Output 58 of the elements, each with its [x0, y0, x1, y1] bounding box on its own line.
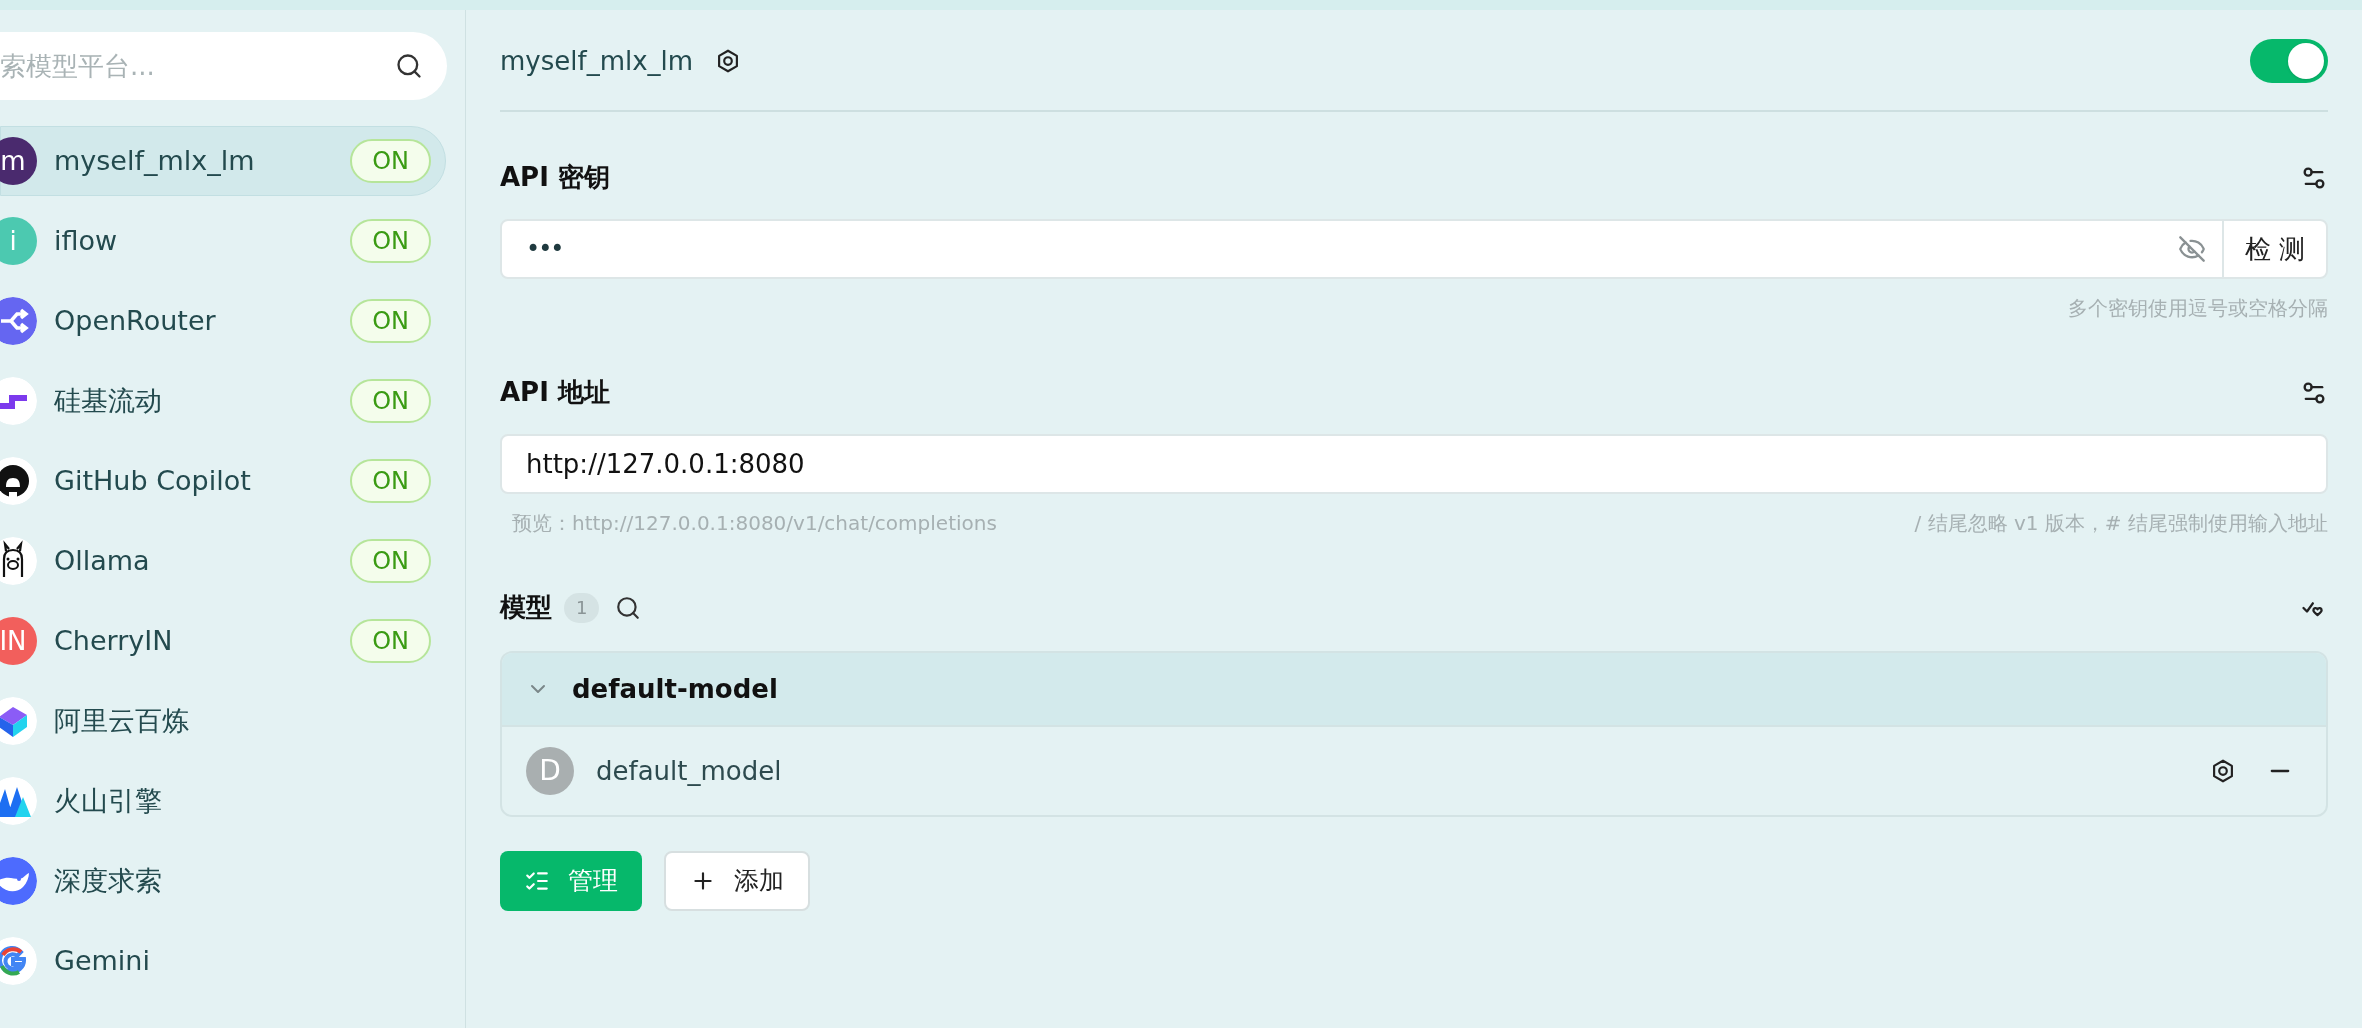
model-name: default_model	[596, 754, 783, 788]
logo-icon	[0, 297, 37, 345]
search-icon[interactable]	[395, 52, 423, 80]
provider-name: 硅基流动	[54, 383, 163, 418]
provider-item[interactable]: Ollama ON	[0, 526, 446, 596]
provider-name: 火山引擎	[54, 783, 163, 818]
api-url-field[interactable]: http://127.0.0.1:8080	[500, 434, 2328, 494]
provider-name: Gemini	[54, 943, 151, 978]
g-logo-icon	[0, 937, 37, 985]
llama-icon	[0, 537, 37, 585]
status-tag: ON	[350, 299, 431, 343]
avatar: IN	[0, 617, 37, 665]
section-label: API 密钥	[500, 161, 610, 194]
status-tag: ON	[350, 539, 431, 583]
search-field[interactable]: 索模型平台...	[0, 32, 447, 100]
logo-icon	[0, 377, 37, 425]
hint-text: 多个密钥使用逗号或空格分隔	[2068, 295, 2328, 322]
group-name: default-model	[572, 672, 778, 706]
whale-icon	[0, 857, 37, 905]
avatar: m	[0, 137, 37, 185]
provider-item[interactable]: 硅基流动 ON	[0, 366, 446, 436]
provider-name: myself_mlx_lm	[54, 143, 256, 178]
logo-icon	[0, 697, 37, 745]
provider-item[interactable]: GitHub Copilot ON	[0, 446, 446, 516]
avatar: i	[0, 217, 37, 265]
mountain-icon	[0, 777, 37, 825]
provider-item[interactable]: 深度求索	[0, 846, 446, 916]
toggle-switch[interactable]	[2250, 39, 2328, 83]
section-label: API 地址	[500, 376, 610, 409]
provider-item[interactable]: OpenRouter ON	[0, 286, 446, 356]
provider-name: GitHub Copilot	[54, 463, 252, 498]
provider-name: Ollama	[54, 543, 151, 578]
provider-item[interactable]: m myself_mlx_lm ON	[0, 126, 446, 196]
status-tag: ON	[350, 219, 431, 263]
provider-item[interactable]: i iflow ON	[0, 206, 446, 276]
add-button[interactable]: 添加	[664, 851, 810, 911]
provider-name: CherryIN	[54, 623, 174, 658]
provider-name: iflow	[54, 223, 119, 258]
status-tag: ON	[350, 139, 431, 183]
provider-item[interactable]: IN CherryIN ON	[0, 606, 446, 676]
status-tag: ON	[350, 459, 431, 503]
provider-name: 深度求索	[54, 863, 163, 898]
provider-item[interactable]: Gemini	[0, 926, 446, 996]
provider-name: 阿里云百炼	[54, 703, 190, 738]
section-label: 模型	[500, 591, 552, 624]
provider-item[interactable]: 火山引擎	[0, 766, 446, 836]
settings-icon[interactable]	[2210, 758, 2236, 784]
group-header[interactable]: default-model	[502, 653, 2326, 725]
preview-text: 预览：http://127.0.0.1:8080/v1/chat/completions	[512, 510, 997, 537]
status-tag: ON	[350, 619, 431, 663]
provider-item[interactable]: 阿里云百炼	[0, 686, 446, 756]
provider-title: myself_mlx_lm	[500, 44, 694, 78]
hint-text: / 结尾忽略 v1 版本，# 结尾强制使用输入地址	[1914, 510, 2328, 537]
status-tag: ON	[350, 379, 431, 423]
search-icon[interactable]	[615, 594, 642, 621]
provider-name: OpenRouter	[54, 303, 217, 338]
model-avatar: D	[526, 747, 574, 795]
count-badge: 1	[564, 592, 600, 623]
